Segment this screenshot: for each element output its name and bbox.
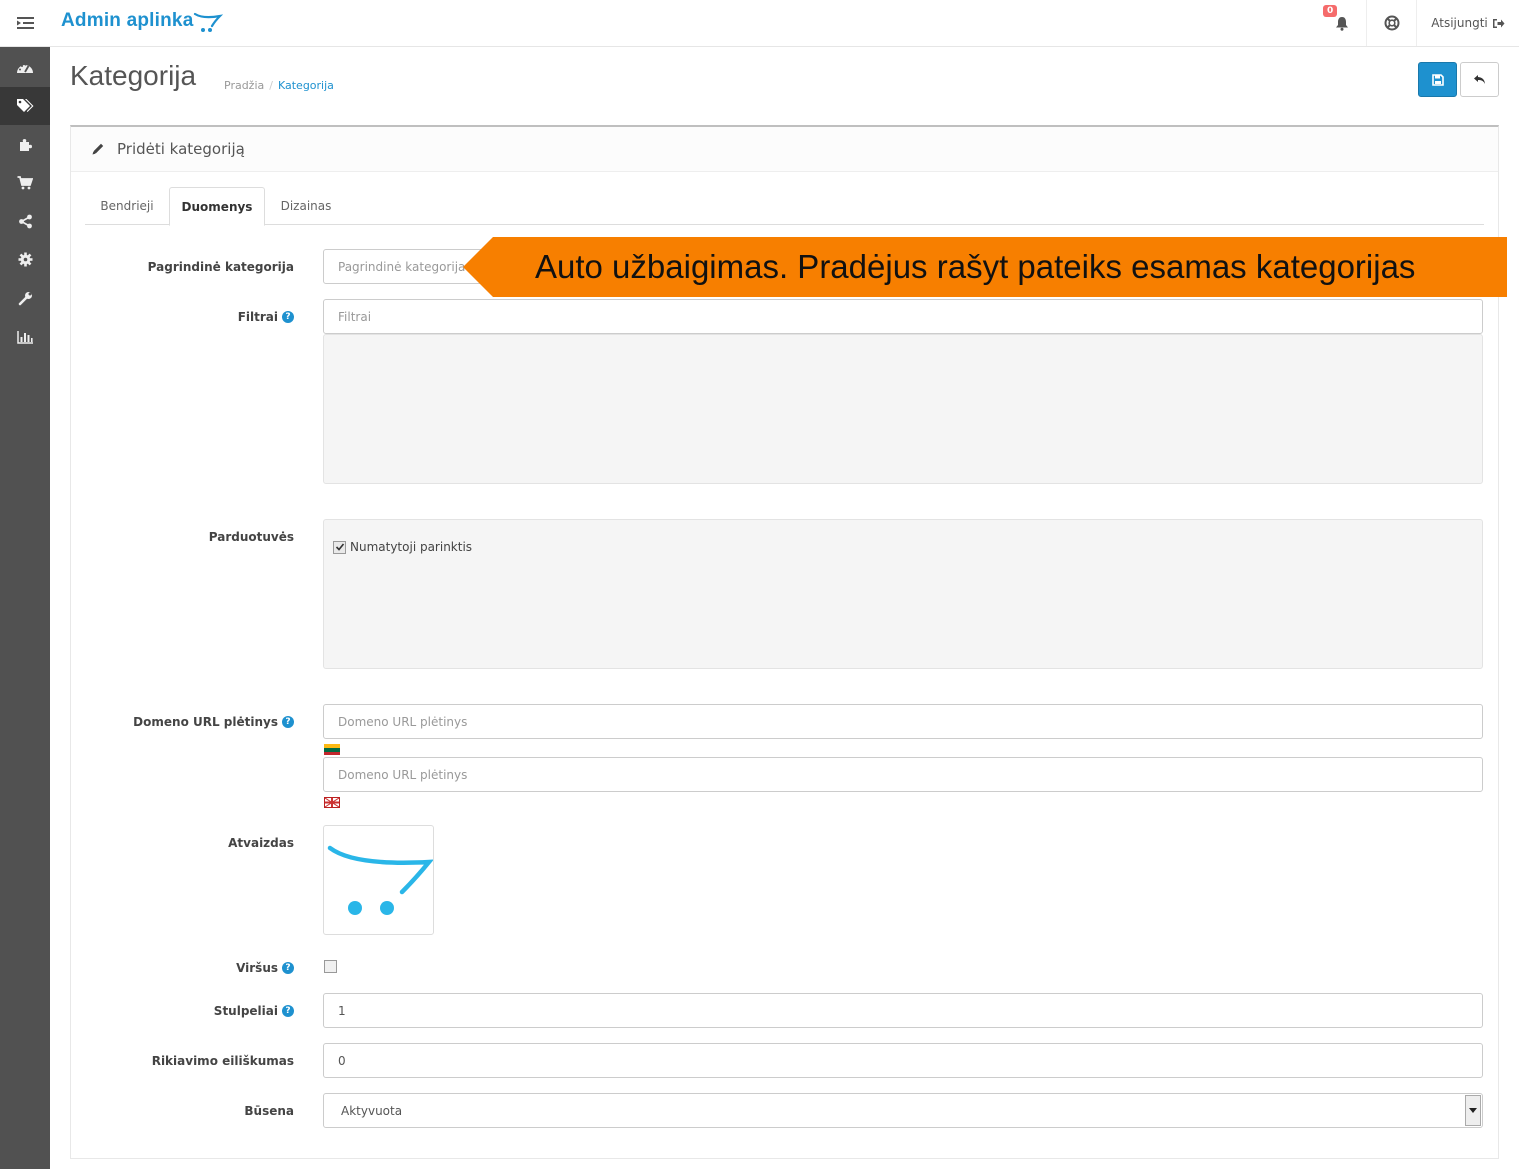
sidebar-item-tools[interactable] (0, 279, 50, 318)
chevron-down-icon (1469, 1108, 1477, 1113)
seo-keyword-en-input[interactable]: Domeno URL plėtinys (323, 757, 1483, 792)
sign-out-icon (1492, 18, 1505, 28)
brand-name: Admin aplinka (61, 10, 194, 31)
bar-chart-icon (16, 330, 33, 344)
logout-label: Atsijungti (1431, 16, 1488, 30)
tab-general[interactable]: Bendrieji (85, 187, 169, 225)
uk-flag-icon (324, 797, 340, 808)
life-ring-icon (1384, 15, 1399, 31)
seo-label: Domeno URL plėtinys? (133, 715, 294, 729)
page-title: Kategorija (70, 60, 197, 91)
back-button[interactable] (1460, 62, 1499, 97)
sort-order-value: 0 (338, 1053, 346, 1068)
sidebar (0, 47, 50, 1169)
sort-order-input[interactable]: 0 (323, 1043, 1483, 1078)
tags-icon (17, 99, 34, 113)
store-default-label: Numatytoji parinktis (350, 540, 473, 554)
menu-icon (16, 16, 34, 29)
panel-heading: Pridėti kategoriją (71, 127, 1498, 172)
wrench-icon (18, 291, 32, 306)
sidebar-item-marketing[interactable] (0, 202, 50, 241)
cart-icon (17, 175, 33, 190)
filters-label: Filtrai? (238, 310, 294, 324)
tab-design[interactable]: Dizainas (265, 187, 347, 225)
status-label: Būsena (244, 1104, 294, 1118)
sidebar-item-extensions[interactable] (0, 125, 50, 164)
brand-logo[interactable]: Admin aplinka (61, 8, 224, 34)
column-value: 1 (338, 1003, 346, 1018)
save-icon (1431, 73, 1444, 86)
category-image-thumbnail[interactable] (323, 825, 434, 935)
help-icon: ? (282, 962, 294, 974)
form-tabs: Bendrieji Duomenys Dizainas (85, 187, 1484, 226)
cart-placeholder-image (327, 845, 434, 915)
notifications-button[interactable]: 0 (1318, 0, 1366, 46)
status-value: Aktyvuota (341, 1103, 403, 1118)
bell-icon (1336, 16, 1348, 31)
breadcrumb-current[interactable]: Kategorija (278, 79, 334, 92)
sidebar-item-catalog[interactable] (0, 86, 50, 125)
reply-icon (1474, 75, 1485, 84)
sort-order-label: Rikiavimo eiliškumas (151, 1054, 294, 1068)
help-icon: ? (282, 1005, 294, 1017)
image-label: Atvaizdas (228, 836, 294, 850)
autocomplete-callout: Auto užbaigimas. Pradėjus rašyt pateiks … (463, 237, 1507, 297)
parent-label: Pagrindinė kategorija (147, 260, 294, 274)
filters-input[interactable]: Filtrai (323, 299, 1483, 334)
column-input[interactable]: 1 (323, 993, 1483, 1028)
tab-data[interactable]: Duomenys (169, 187, 265, 226)
help-icon: ? (282, 311, 294, 323)
help-icon: ? (282, 716, 294, 728)
puzzle-icon (19, 138, 32, 151)
seo-keyword-lt-input[interactable]: Domeno URL plėtinys (323, 704, 1483, 739)
store-option: Numatytoji parinktis (333, 540, 472, 554)
parent-category-placeholder: Pagrindinė kategorija (338, 259, 466, 274)
cart-logo-icon (194, 12, 224, 32)
callout-text: Auto užbaigimas. Pradėjus rašyt pateiks … (535, 248, 1416, 285)
gear-icon (18, 252, 32, 267)
menu-toggle-button[interactable] (0, 0, 50, 46)
save-button[interactable] (1418, 62, 1457, 97)
panel-title: Pridėti kategoriją (117, 140, 245, 158)
breadcrumb: Pradžia / Kategorija (224, 79, 334, 92)
sidebar-item-dashboard[interactable] (0, 48, 50, 87)
dashboard-icon (17, 63, 33, 73)
stores-label: Parduotuvės (208, 530, 294, 544)
header-actions: 0 Atsijungti (1318, 0, 1519, 46)
top-label: Viršus? (236, 961, 294, 975)
filters-placeholder: Filtrai (338, 309, 372, 324)
share-icon (18, 214, 32, 229)
select-arrow[interactable] (1465, 1095, 1481, 1126)
seo-en-placeholder: Domeno URL plėtinys (338, 767, 468, 782)
top-header: Admin aplinka 0 Atsijungti (0, 0, 1519, 47)
breadcrumb-home[interactable]: Pradžia (224, 79, 264, 92)
lithuania-flag-icon (324, 744, 340, 755)
sidebar-item-system[interactable] (0, 241, 50, 280)
notification-badge: 0 (1323, 5, 1338, 17)
sidebar-item-sales[interactable] (0, 164, 50, 203)
seo-lt-placeholder: Domeno URL plėtinys (338, 714, 468, 729)
logout-link[interactable]: Atsijungti (1416, 0, 1519, 46)
pencil-icon (92, 143, 104, 155)
status-select[interactable]: Aktyvuota (323, 1093, 1483, 1128)
check-icon (335, 543, 344, 551)
help-button[interactable] (1366, 0, 1416, 46)
filters-list (323, 334, 1483, 484)
column-label: Stulpeliai? (214, 1004, 294, 1018)
stores-list: Numatytoji parinktis (323, 519, 1483, 669)
sidebar-item-reports[interactable] (0, 318, 50, 357)
top-checkbox[interactable] (324, 960, 337, 973)
store-default-checkbox[interactable] (333, 540, 346, 554)
